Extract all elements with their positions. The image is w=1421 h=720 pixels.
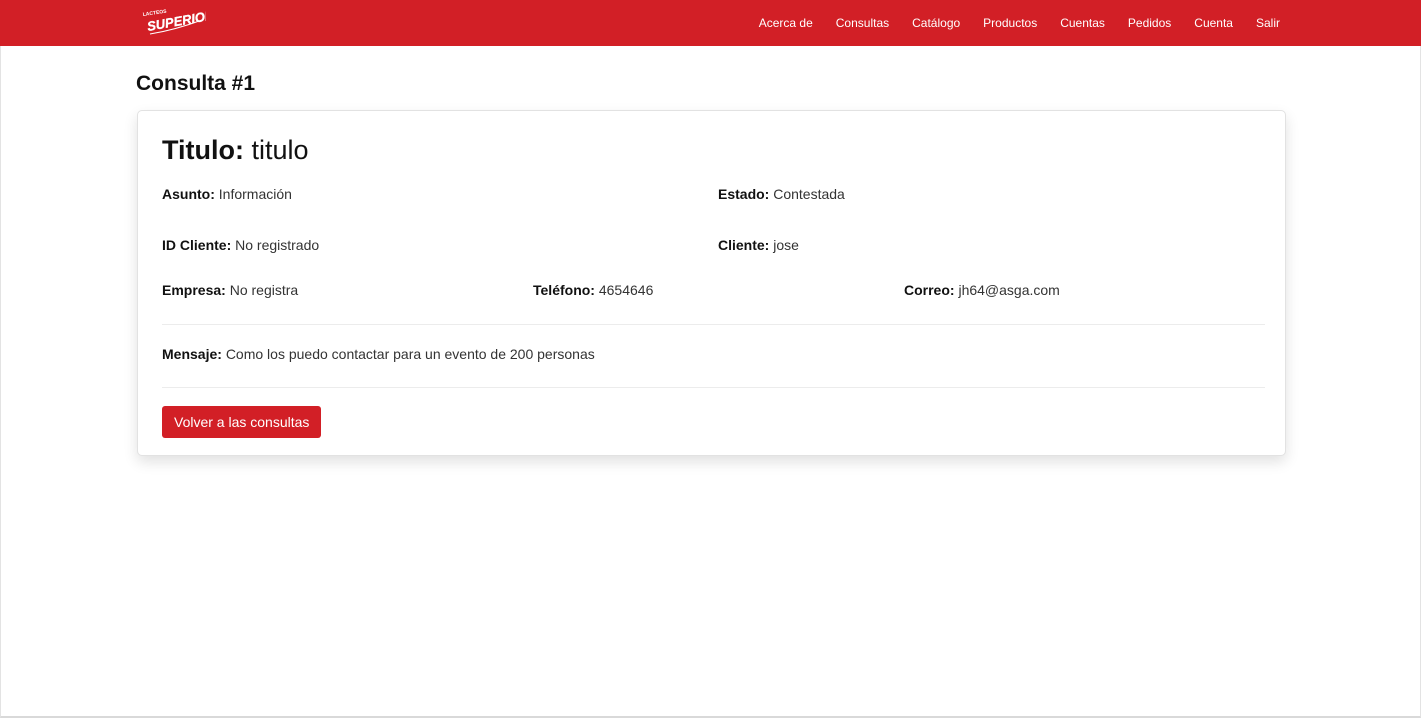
mensaje-field: Mensaje: Como los puedo contactar para u… [162, 346, 595, 362]
asunto-value: Información [218, 186, 292, 202]
nav-links: Acerca de Consultas Catálogo Productos C… [747, 0, 1280, 46]
titulo-value: titulo [251, 135, 309, 165]
nav-item-cuenta[interactable]: Cuenta [1183, 0, 1245, 46]
mensaje-label: Mensaje: [162, 346, 222, 362]
nav-item-acerca-de[interactable]: Acerca de [747, 0, 824, 46]
id-cliente-field: ID Cliente: No registrado [162, 237, 319, 253]
empresa-label: Empresa: [162, 282, 226, 298]
correo-label: Correo: [904, 282, 955, 298]
consulta-title: Titulo: titulo [162, 135, 309, 166]
telefono-field: Teléfono: 4654646 [533, 282, 653, 298]
cliente-field: Cliente: jose [718, 237, 799, 253]
back-to-consultas-button[interactable]: Volver a las consultas [162, 406, 322, 438]
telefono-value: 4654646 [598, 282, 654, 298]
superior-logo-icon: LACTEOS SUPERIOR [142, 7, 216, 35]
nav-item-productos[interactable]: Productos [972, 0, 1049, 46]
cliente-value: jose [773, 237, 799, 253]
divider [162, 324, 1265, 325]
divider [162, 387, 1265, 388]
asunto-label: Asunto: [162, 186, 215, 202]
nav-item-cuentas[interactable]: Cuentas [1049, 0, 1117, 46]
estado-value: Contestada [773, 186, 845, 202]
correo-value: jh64@asga.com [958, 282, 1060, 298]
brand-logo[interactable]: LACTEOS SUPERIOR [140, 6, 216, 38]
page-title: Consulta #1 [136, 72, 256, 95]
nav-item-catalogo[interactable]: Catálogo [901, 0, 972, 46]
correo-field: Correo: jh64@asga.com [904, 282, 1060, 298]
telefono-label: Teléfono: [533, 282, 595, 298]
nav-item-pedidos[interactable]: Pedidos [1116, 0, 1182, 46]
empresa-field: Empresa: No registra [162, 282, 298, 298]
mensaje-value: Como los puedo contactar para un evento … [225, 346, 595, 362]
consulta-detail-card: Titulo: titulo Asunto: Información Estad… [137, 110, 1286, 456]
nav-item-salir[interactable]: Salir [1244, 0, 1280, 46]
id-cliente-value: No registrado [235, 237, 320, 253]
id-cliente-label: ID Cliente: [162, 237, 232, 253]
cliente-label: Cliente: [718, 237, 770, 253]
top-navbar: LACTEOS SUPERIOR Acerca de Consultas Cat… [0, 0, 1421, 46]
estado-label: Estado: [718, 186, 770, 202]
titulo-label: Titulo: [162, 135, 244, 165]
estado-field: Estado: Contestada [718, 186, 845, 202]
empresa-value: No registra [229, 282, 299, 298]
nav-item-consultas[interactable]: Consultas [824, 0, 900, 46]
asunto-field: Asunto: Información [162, 186, 292, 202]
